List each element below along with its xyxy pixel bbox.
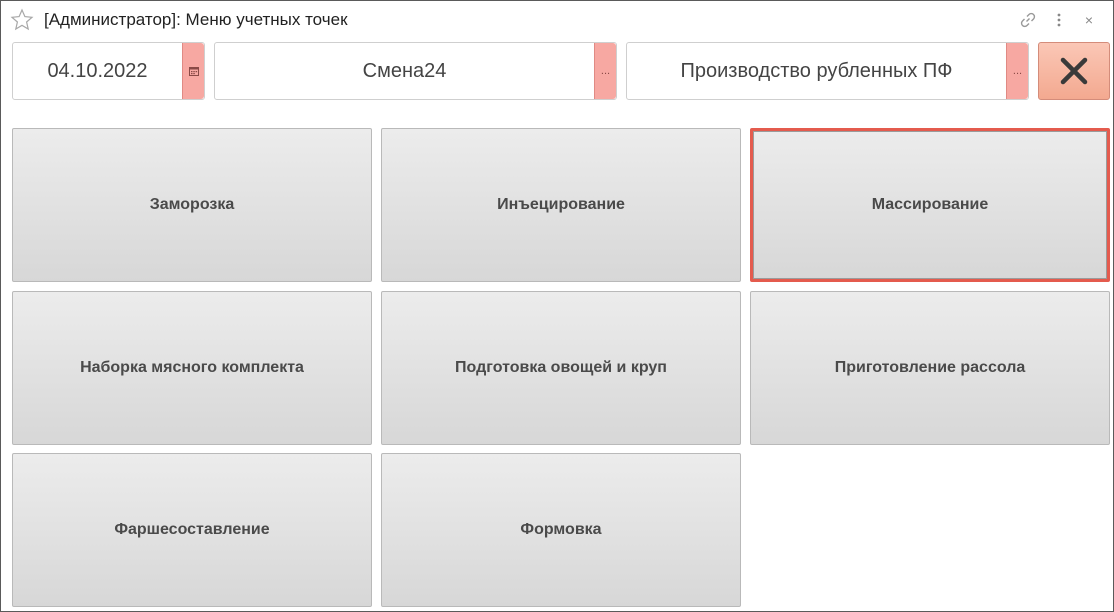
tile-forming[interactable]: Формовка <box>381 453 741 607</box>
more-vertical-icon[interactable] <box>1049 10 1069 30</box>
shift-value[interactable]: Смена24 <box>215 60 594 83</box>
close-icon[interactable]: × <box>1079 10 1099 30</box>
tile-injection[interactable]: Инъецирование <box>381 128 741 282</box>
link-icon[interactable] <box>1018 10 1038 30</box>
tile-brine[interactable]: Приготовление рассола <box>750 291 1110 445</box>
tile-vegetables-grains[interactable]: Подготовка овощей и круп <box>381 291 741 445</box>
date-value[interactable]: 04.10.2022 <box>13 60 182 83</box>
exit-button[interactable] <box>1038 42 1110 100</box>
shift-select-button[interactable]: ... <box>594 43 616 99</box>
tile-massaging[interactable]: Массирование <box>750 128 1110 282</box>
star-icon[interactable] <box>10 8 34 32</box>
tile-meat-set[interactable]: Наборка мясного комплекта <box>12 291 372 445</box>
production-value[interactable]: Производство рубленных ПФ <box>627 60 1006 83</box>
tile-zamorozka[interactable]: Заморозка <box>12 128 372 282</box>
title-bar: [Администратор]: Меню учетных точек × <box>1 1 1113 39</box>
production-field[interactable]: Производство рубленных ПФ ... <box>626 42 1029 100</box>
calendar-icon[interactable] <box>182 43 204 99</box>
tile-forcemeat[interactable]: Фаршесоставление <box>12 453 372 607</box>
shift-field[interactable]: Смена24 ... <box>214 42 617 100</box>
window-title: [Администратор]: Меню учетных точек <box>44 10 348 29</box>
production-select-button[interactable]: ... <box>1006 43 1028 99</box>
date-field[interactable]: 04.10.2022 <box>12 42 205 100</box>
app-window: [Администратор]: Меню учетных точек × 04… <box>0 0 1114 612</box>
close-x-icon <box>1060 57 1088 85</box>
